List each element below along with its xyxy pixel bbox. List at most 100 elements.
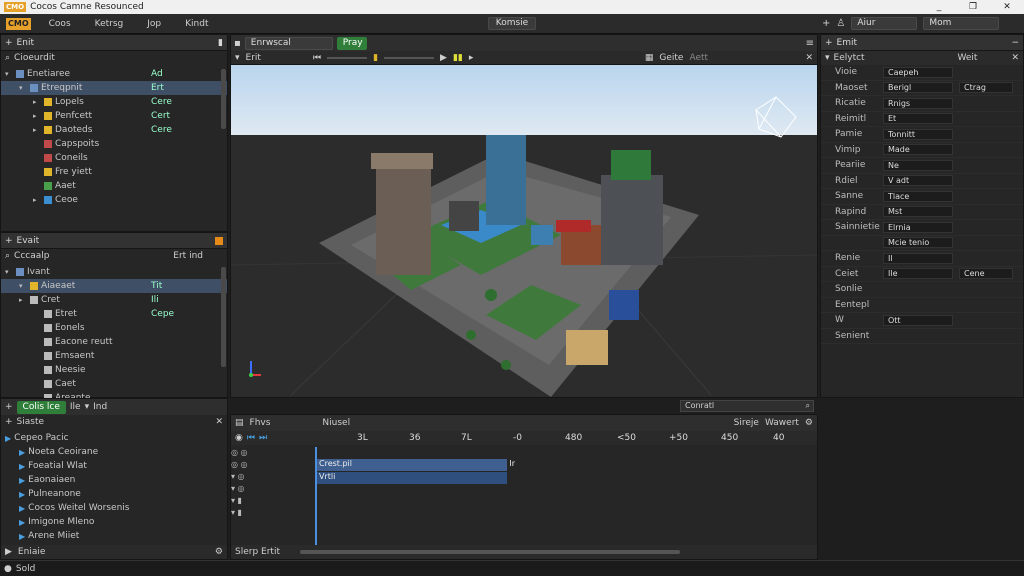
assets-scrollbar[interactable] — [221, 267, 226, 367]
prev-icon[interactable]: ⏮ — [247, 433, 255, 443]
add-icon[interactable]: + — [5, 236, 13, 246]
next-icon[interactable]: ⏭ — [259, 433, 267, 443]
add-icon[interactable]: + — [5, 417, 13, 427]
add-icon[interactable]: + — [825, 38, 833, 48]
maximize-button[interactable]: ❐ — [956, 2, 990, 12]
property-value[interactable]: Ile — [883, 268, 953, 280]
chevron-down-icon[interactable]: ▾ — [85, 402, 90, 412]
record-icon[interactable]: ◉ — [235, 433, 243, 443]
close-icon[interactable]: ✕ — [1011, 53, 1019, 63]
component-item[interactable]: ▶ Arene Miiet — [1, 529, 227, 543]
property-value[interactable]: Made — [883, 144, 953, 156]
add-icon[interactable]: + — [5, 402, 13, 412]
property-value[interactable]: Et — [883, 113, 953, 125]
chevron-icon[interactable]: ▸ — [33, 126, 41, 134]
property-value[interactable]: Mcie tenio — [883, 237, 953, 249]
property-value[interactable]: Mst — [883, 206, 953, 218]
tree-item[interactable]: Fre yiett — [1, 165, 227, 179]
property-value-secondary[interactable]: Ctrag — [959, 82, 1013, 94]
property-value[interactable]: V adt — [883, 175, 953, 187]
tab-third[interactable]: Ind — [93, 402, 107, 412]
tab-components[interactable]: Colis lce — [16, 400, 66, 414]
tab-scene[interactable]: Enrwscal — [244, 36, 333, 50]
timeline-ruler[interactable]: 3L 36 7L -0 480 <50 +50 450 40 — [317, 433, 809, 445]
tree-item[interactable]: Etret Cepe — [1, 307, 227, 321]
viewport-toolbar-search[interactable]: Aett — [689, 53, 799, 63]
component-item[interactable]: ▶ Pulneanone — [1, 487, 227, 501]
tree-item[interactable]: Coneils — [1, 151, 227, 165]
timeline-right-b[interactable]: Wawert — [765, 418, 799, 428]
tab-second[interactable]: Ile — [70, 402, 81, 412]
account-select[interactable]: Mom — [923, 17, 1000, 30]
settings-icon[interactable]: ⚙ — [215, 547, 223, 557]
menu-item-0[interactable]: Coos — [49, 19, 71, 29]
center-tab[interactable]: Komsie — [488, 17, 536, 30]
tree-item[interactable]: Eonels — [1, 321, 227, 335]
components-search[interactable]: + Siaste ✕ — [1, 415, 227, 429]
grid-icon[interactable]: ▦ — [645, 53, 654, 63]
chevron-icon[interactable]: ▸ — [33, 98, 41, 106]
component-item[interactable]: ▶ Cocos Weitel Worsenis — [1, 501, 227, 515]
add-icon[interactable]: + — [5, 38, 13, 48]
tree-item[interactable]: Aaet — [1, 179, 227, 193]
timeline-search[interactable]: Conratl ⌕ — [680, 400, 814, 412]
tree-item[interactable]: ▸ Daoteds Cere — [1, 123, 227, 137]
property-value[interactable]: Berigl — [883, 82, 953, 94]
tree-item[interactable]: ▸ Ceoe — [1, 193, 227, 207]
chevron-icon[interactable]: ▸ — [33, 196, 41, 204]
clip-2[interactable]: Vrtli — [315, 472, 507, 484]
property-value[interactable]: Tonnitt — [883, 128, 953, 140]
menu-item-2[interactable]: Jop — [147, 19, 161, 29]
clip-1[interactable]: Crest.pil Ir — [315, 459, 515, 471]
user-icon[interactable]: ♙ — [836, 18, 845, 29]
component-item[interactable]: ▶ Noeta Ceoirane — [1, 445, 227, 459]
pause-icon[interactable]: ▮▮ — [453, 53, 463, 63]
menu-item-1[interactable]: Ketrsg — [95, 19, 124, 29]
chevron-icon[interactable]: ▾ — [5, 268, 13, 276]
next-icon[interactable]: ▸ — [469, 53, 474, 63]
tree-item[interactable]: ▾ Aiaeaet Tit — [1, 279, 227, 293]
warning-icon[interactable] — [215, 236, 223, 245]
settings-icon[interactable]: ⚙ — [805, 418, 813, 428]
chevron-icon[interactable]: ▸ — [19, 296, 27, 304]
timeline-right-a[interactable]: Sireje — [734, 418, 759, 428]
chevron-down-icon[interactable]: ▾ — [235, 53, 240, 63]
property-value[interactable]: Tlace — [883, 190, 953, 202]
tree-item[interactable]: ▾ Enetiaree Ad — [1, 67, 227, 81]
step-back-icon[interactable]: ⏮ — [313, 53, 321, 63]
tree-item[interactable]: ▸ Cret Ili — [1, 293, 227, 307]
tree-item[interactable]: Emsaent — [1, 349, 227, 363]
component-item[interactable]: ▶ Cepeo Pacic — [1, 431, 227, 445]
property-value[interactable]: Caepeh — [883, 66, 953, 78]
tab-play[interactable]: Pray — [336, 36, 367, 50]
close-icon[interactable]: ✕ — [805, 53, 813, 63]
component-item[interactable]: ▶ Foeatial Wlat — [1, 459, 227, 473]
panel-menu-icon[interactable]: ≡ — [806, 38, 814, 49]
tree-item[interactable]: ▾ Etreqpnit Ert — [1, 81, 227, 95]
property-value-secondary[interactable]: Cene — [959, 268, 1013, 280]
tree-item[interactable]: ▸ Lopels Cere — [1, 95, 227, 109]
component-item[interactable]: ▶ Eaonaiaen — [1, 473, 227, 487]
tree-item[interactable]: ▾ Ivant — [1, 265, 227, 279]
tree-item[interactable]: Eacone reutt — [1, 335, 227, 349]
chevron-icon[interactable]: ▾ — [5, 70, 13, 78]
hierarchy-scrollbar[interactable] — [221, 69, 226, 129]
menu-item-3[interactable]: Kindt — [185, 19, 208, 29]
chevron-down-icon[interactable]: ▾ — [825, 53, 830, 63]
chevron-icon[interactable]: ▾ — [19, 84, 27, 92]
component-item[interactable]: ▶ Imigone Mleno — [1, 515, 227, 529]
property-value[interactable]: Ne — [883, 159, 953, 171]
chevron-icon[interactable]: ▾ — [19, 282, 27, 290]
assets-search[interactable]: ⌕ Cccaalp Ert ind — [1, 249, 227, 263]
layout-select[interactable]: Aiur — [851, 17, 918, 30]
playhead[interactable] — [315, 447, 317, 545]
close-icon[interactable]: ✕ — [215, 417, 223, 427]
app-badge[interactable]: CMO — [6, 17, 31, 30]
chevron-icon[interactable]: ▸ — [33, 112, 41, 120]
tree-item[interactable]: Capspoits — [1, 137, 227, 151]
lock-icon[interactable]: ▮ — [218, 38, 223, 48]
scene-view[interactable] — [231, 65, 817, 397]
plus-icon[interactable]: + — [822, 18, 830, 29]
tree-item[interactable]: ▸ Penfcett Cert — [1, 109, 227, 123]
tree-item[interactable]: Caet — [1, 377, 227, 391]
